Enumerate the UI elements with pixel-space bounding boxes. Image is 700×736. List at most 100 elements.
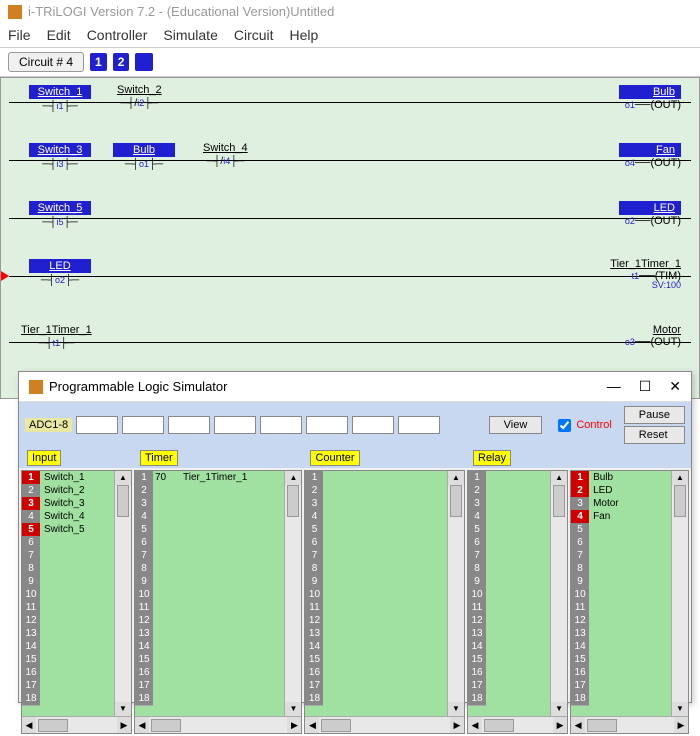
list-item[interactable]: 14: [135, 640, 284, 653]
list-item[interactable]: 4: [468, 510, 550, 523]
list-item[interactable]: 5: [305, 523, 447, 536]
counter-list[interactable]: 123456789101112131415161718: [305, 471, 447, 716]
list-item[interactable]: 7: [22, 549, 114, 562]
list-item[interactable]: 6: [22, 536, 114, 549]
list-item[interactable]: 9: [305, 575, 447, 588]
adc-input-6[interactable]: [306, 416, 348, 434]
list-item[interactable]: 11: [135, 601, 284, 614]
horizontal-scrollbar[interactable]: ◀▶: [305, 716, 464, 733]
contact-element[interactable]: Switch_3─┤i3├─: [29, 142, 91, 170]
list-item[interactable]: 14: [305, 640, 447, 653]
list-item[interactable]: 10: [468, 588, 550, 601]
list-item[interactable]: 7: [305, 549, 447, 562]
coil-element[interactable]: Fano4──(OUT): [619, 142, 681, 169]
list-item[interactable]: 14: [571, 640, 671, 653]
control-checkbox[interactable]: [558, 419, 571, 432]
list-item[interactable]: 5: [135, 523, 284, 536]
list-item[interactable]: 10: [22, 588, 114, 601]
list-item[interactable]: 8: [571, 562, 671, 575]
list-item[interactable]: 15: [305, 653, 447, 666]
list-item[interactable]: 12: [571, 614, 671, 627]
relay-list[interactable]: 123456789101112131415161718: [468, 471, 550, 716]
list-item[interactable]: 17: [305, 679, 447, 692]
circuit-number-button[interactable]: Circuit # 4: [8, 52, 84, 72]
list-item[interactable]: 11: [305, 601, 447, 614]
adc-input-2[interactable]: [122, 416, 164, 434]
contact-element[interactable]: Switch_2─┤/i2├─: [117, 84, 162, 109]
list-item[interactable]: 16: [571, 666, 671, 679]
close-icon[interactable]: ✕: [669, 378, 681, 395]
list-item[interactable]: 14: [22, 640, 114, 653]
coil-element[interactable]: Tier_1Timer_1t1──(TIM)SV:100: [610, 258, 681, 282]
list-item[interactable]: 7: [135, 549, 284, 562]
list-item[interactable]: 12: [305, 614, 447, 627]
list-item[interactable]: 3: [305, 497, 447, 510]
list-item[interactable]: 10: [135, 588, 284, 601]
timer-list[interactable]: 170Tier_1Timer_1234567891011121314151617…: [135, 471, 284, 716]
list-item[interactable]: 1: [305, 471, 447, 484]
ladder-diagram-area[interactable]: Switch_1─┤i1├─Switch_2─┤/i2├─Bulbo1──(OU…: [0, 77, 700, 399]
rung[interactable]: Switch_1─┤i1├─Switch_2─┤/i2├─Bulbo1──(OU…: [9, 84, 691, 124]
list-item[interactable]: 11: [468, 601, 550, 614]
list-item[interactable]: 3: [468, 497, 550, 510]
contact-element[interactable]: Switch_4─┤/i4├─: [203, 142, 248, 167]
menu-simulate[interactable]: Simulate: [163, 27, 217, 43]
list-item[interactable]: 9: [135, 575, 284, 588]
rung[interactable]: Switch_5─┤i5├─LEDo2──(OUT): [9, 200, 691, 240]
minimize-icon[interactable]: —: [607, 378, 621, 395]
list-item[interactable]: 1Switch_1: [22, 471, 114, 484]
list-item[interactable]: 12: [468, 614, 550, 627]
list-item[interactable]: 17: [571, 679, 671, 692]
list-item[interactable]: 13: [135, 627, 284, 640]
list-item[interactable]: 17: [135, 679, 284, 692]
menu-help[interactable]: Help: [290, 27, 319, 43]
list-item[interactable]: 4Switch_4: [22, 510, 114, 523]
maximize-icon[interactable]: ☐: [639, 378, 652, 395]
contact-element[interactable]: Switch_5─┤i5├─: [29, 200, 91, 228]
list-item[interactable]: 4: [305, 510, 447, 523]
contact-element[interactable]: LED─┤o2├─: [29, 258, 91, 286]
vertical-scrollbar[interactable]: ▲▼: [671, 471, 688, 716]
list-item[interactable]: 2LED: [571, 484, 671, 497]
list-item[interactable]: 7: [571, 549, 671, 562]
contact-element[interactable]: Switch_1─┤i1├─: [29, 84, 91, 112]
contact-element[interactable]: Tier_1Timer_1─┤t1├─: [21, 324, 92, 349]
list-item[interactable]: 3: [135, 497, 284, 510]
list-item[interactable]: 6: [305, 536, 447, 549]
list-item[interactable]: 15: [22, 653, 114, 666]
list-item[interactable]: 5: [468, 523, 550, 536]
vertical-scrollbar[interactable]: ▲▼: [114, 471, 131, 716]
nav-button-blank[interactable]: [135, 53, 153, 71]
list-item[interactable]: 17: [468, 679, 550, 692]
list-item[interactable]: 10: [571, 588, 671, 601]
horizontal-scrollbar[interactable]: ◀▶: [22, 716, 131, 733]
adc-input-3[interactable]: [168, 416, 210, 434]
pause-button[interactable]: Pause: [624, 406, 685, 424]
rung[interactable]: Switch_3─┤i3├─Bulb─┤o1├─Switch_4─┤/i4├─F…: [9, 142, 691, 182]
list-item[interactable]: 8: [305, 562, 447, 575]
list-item[interactable]: 5: [571, 523, 671, 536]
list-item[interactable]: 12: [22, 614, 114, 627]
list-item[interactable]: 12: [135, 614, 284, 627]
menu-circuit[interactable]: Circuit: [234, 27, 274, 43]
list-item[interactable]: 16: [22, 666, 114, 679]
list-item[interactable]: 1: [468, 471, 550, 484]
coil-element[interactable]: Motoro3──(OUT): [625, 324, 681, 348]
list-item[interactable]: 2Switch_2: [22, 484, 114, 497]
list-item[interactable]: 13: [22, 627, 114, 640]
list-item[interactable]: 16: [135, 666, 284, 679]
list-item[interactable]: 2: [305, 484, 447, 497]
list-item[interactable]: 15: [135, 653, 284, 666]
adc-input-4[interactable]: [214, 416, 256, 434]
rung[interactable]: LED─┤o2├─ Tier_1Timer_1t1──(TIM)SV:100: [9, 258, 691, 298]
list-item[interactable]: 8: [468, 562, 550, 575]
vertical-scrollbar[interactable]: ▲▼: [550, 471, 567, 716]
list-item[interactable]: 6: [571, 536, 671, 549]
adc-input-8[interactable]: [398, 416, 440, 434]
list-item[interactable]: 7: [468, 549, 550, 562]
list-item[interactable]: 17: [22, 679, 114, 692]
adc-input-7[interactable]: [352, 416, 394, 434]
list-item[interactable]: 10: [305, 588, 447, 601]
list-item[interactable]: 18: [135, 692, 284, 705]
list-item[interactable]: 13: [468, 627, 550, 640]
